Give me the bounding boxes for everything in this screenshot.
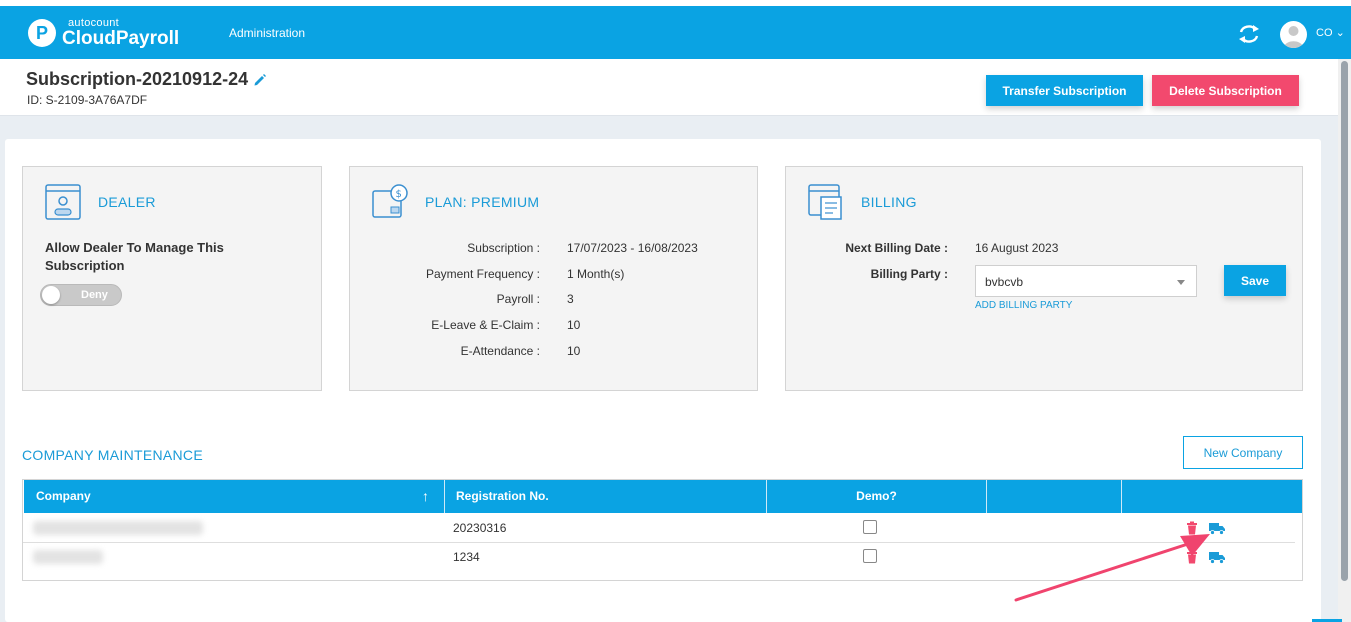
transfer-subscription-button[interactable]: Transfer Subscription xyxy=(986,75,1143,106)
billing-party-select[interactable]: bvbcvb xyxy=(975,265,1197,297)
sort-asc-icon[interactable]: ↑ xyxy=(422,480,434,513)
svg-text:$: $ xyxy=(396,189,402,200)
user-icon xyxy=(1284,26,1303,48)
logo-mark: P xyxy=(28,19,56,47)
dealer-title: DEALER xyxy=(98,194,156,210)
billing-icon xyxy=(808,184,842,220)
edit-icon[interactable] xyxy=(253,73,267,87)
billing-party-value: bvbcvb xyxy=(985,275,1024,289)
column-header-company[interactable]: Company xyxy=(36,480,416,513)
plan-row-label: E-Attendance : xyxy=(460,344,540,358)
add-billing-party-link[interactable]: ADD BILLING PARTY xyxy=(975,300,1072,311)
user-menu[interactable]: CO ⌄ xyxy=(1316,26,1345,39)
company-name-redacted xyxy=(33,550,103,564)
registration-no: 20230316 xyxy=(453,521,507,535)
column-header-actions xyxy=(1122,480,1302,513)
company-maintenance-title: COMPANY MAINTENANCE xyxy=(22,447,203,463)
billing-title: BILLING xyxy=(861,194,917,210)
plan-row-value: 3 xyxy=(567,292,574,306)
toggle-state-text: Deny xyxy=(81,289,108,301)
caret-down-icon xyxy=(1177,280,1185,285)
delete-subscription-button[interactable]: Delete Subscription xyxy=(1152,75,1299,106)
subscription-header: Subscription-20210912-24 ID: S-2109-3A76… xyxy=(0,59,1338,116)
sync-icon[interactable] xyxy=(1237,23,1261,45)
scrollbar-thumb[interactable] xyxy=(1341,61,1348,581)
plan-row-value: 17/07/2023 - 16/08/2023 xyxy=(567,241,698,255)
dealer-toggle[interactable]: Deny xyxy=(40,284,122,306)
plan-title: PLAN: PREMIUM xyxy=(425,194,540,210)
plan-row-label: Subscription : xyxy=(467,241,540,255)
user-avatar[interactable] xyxy=(1280,21,1307,48)
toggle-knob xyxy=(42,286,60,304)
registration-no: 1234 xyxy=(453,550,480,564)
user-initials: CO xyxy=(1316,27,1333,39)
plan-row-label: Payroll : xyxy=(496,292,540,306)
annotation-arrow-icon xyxy=(1014,534,1210,602)
plan-row-value: 10 xyxy=(567,318,581,332)
billing-party-label: Billing Party : xyxy=(870,267,948,281)
column-header-demo[interactable]: Demo? xyxy=(767,480,986,513)
table-header: Company ↑ Registration No. Demo? xyxy=(24,480,1302,513)
page-title: Subscription-20210912-24 xyxy=(26,69,267,90)
next-billing-date-value: 16 August 2023 xyxy=(975,241,1059,255)
save-button[interactable]: Save xyxy=(1224,265,1286,296)
company-name-redacted xyxy=(33,521,203,535)
nav-administration-link[interactable]: Administration xyxy=(229,26,305,40)
column-header-blank xyxy=(987,480,1121,513)
plan-icon: $ xyxy=(372,184,408,218)
column-header-registration[interactable]: Registration No. xyxy=(456,480,756,513)
dealer-icon xyxy=(45,184,81,220)
subscription-id: ID: S-2109-3A76A7DF xyxy=(27,93,148,107)
allow-dealer-label: Allow Dealer To Manage This Subscription xyxy=(45,240,224,273)
subscription-title: Subscription-20210912-24 xyxy=(26,69,249,89)
plan-row-label: Payment Frequency : xyxy=(425,267,540,281)
chevron-down-icon: ⌄ xyxy=(1335,27,1345,39)
plan-row-value: 1 Month(s) xyxy=(567,267,625,281)
logo-big-text: CloudPayroll xyxy=(62,28,180,49)
plan-row-label: E-Leave & E-Claim : xyxy=(431,318,540,332)
demo-checkbox[interactable] xyxy=(863,520,877,534)
new-company-button[interactable]: New Company xyxy=(1183,436,1303,469)
plan-row-value: 10 xyxy=(567,344,581,358)
app-logo[interactable]: P autocount CloudPayroll xyxy=(28,16,179,50)
demo-checkbox[interactable] xyxy=(863,549,877,563)
top-navbar: P autocount CloudPayroll Administration … xyxy=(0,6,1351,59)
next-billing-date-label: Next Billing Date : xyxy=(845,241,948,255)
